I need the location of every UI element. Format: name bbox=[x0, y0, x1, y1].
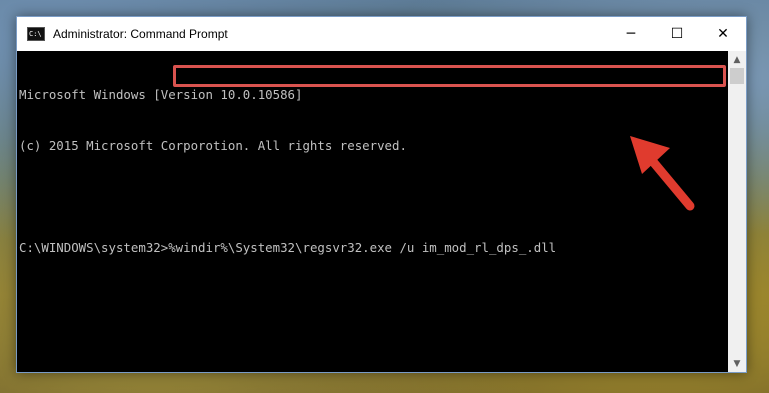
console-line: Microsoft Windows [Version 10.0.10586] bbox=[19, 87, 303, 102]
console-output[interactable]: Microsoft Windows [Version 10.0.10586] (… bbox=[17, 51, 728, 372]
red-arrow-icon bbox=[630, 136, 695, 211]
window-title: Administrator: Command Prompt bbox=[53, 27, 228, 41]
prompt-text: C:\WINDOWS\system32> bbox=[19, 240, 169, 255]
command-highlight-box bbox=[173, 65, 726, 87]
title-bar[interactable]: C:\ Administrator: Command Prompt ─ ☐ ✕ bbox=[17, 17, 746, 51]
close-button[interactable]: ✕ bbox=[700, 17, 746, 51]
vertical-scrollbar[interactable]: ▲ ▼ bbox=[728, 51, 746, 372]
chevron-down-icon[interactable]: ▼ bbox=[728, 355, 746, 372]
command-line: C:\WINDOWS\system32>%windir%\System32\re… bbox=[19, 239, 728, 256]
console-line: (c) 2015 Microsoft Corporotion. All righ… bbox=[19, 138, 407, 153]
scrollbar-thumb[interactable] bbox=[730, 68, 744, 84]
chevron-up-icon[interactable]: ▲ bbox=[728, 51, 746, 68]
window-controls: ─ ☐ ✕ bbox=[608, 17, 746, 51]
cmd-icon: C:\ bbox=[27, 27, 45, 41]
minimize-button[interactable]: ─ bbox=[608, 17, 654, 51]
maximize-button[interactable]: ☐ bbox=[654, 17, 700, 51]
command-text: %windir%\System32\regsvr32.exe /u im_mod… bbox=[168, 240, 557, 255]
